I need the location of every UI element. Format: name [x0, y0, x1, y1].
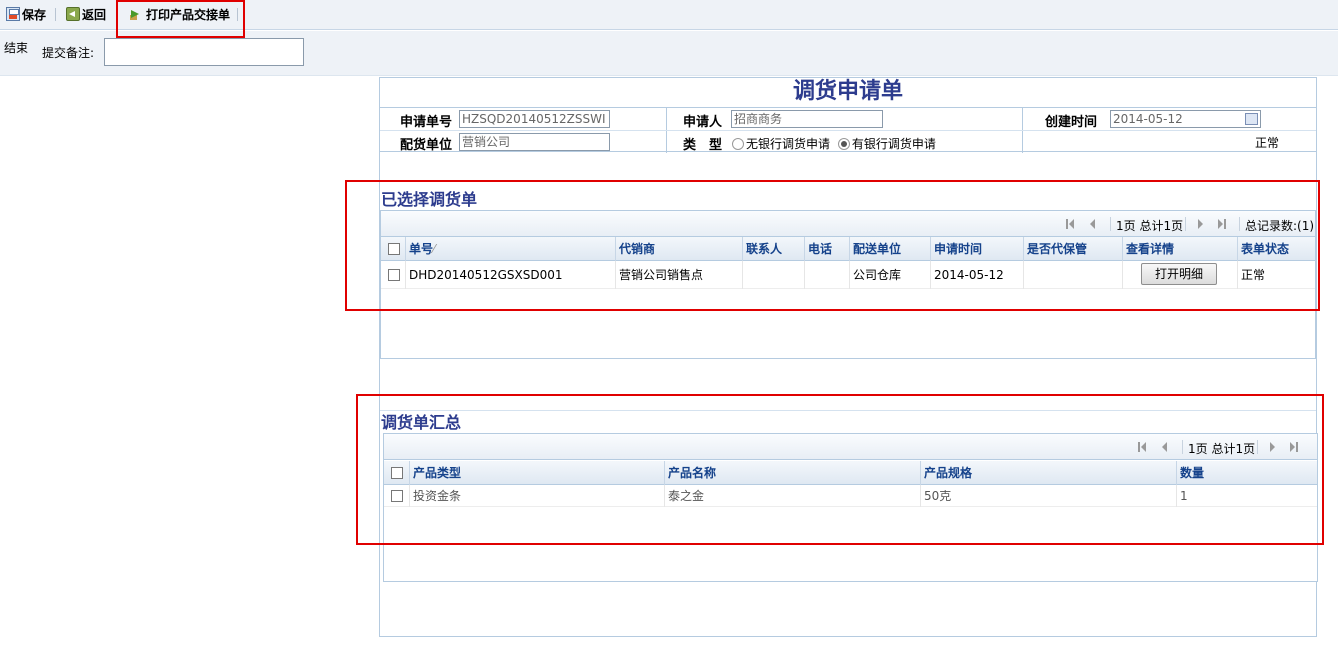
remark-input[interactable] [104, 38, 304, 66]
cell-custody [1024, 261, 1123, 289]
row-select-cell [381, 261, 406, 289]
selected-orders-header: 单号⁄ 代销商 联系人 电话 配送单位 申请时间 是否代保管 查看详情 表单状态 [381, 237, 1315, 261]
pager-divider [1257, 440, 1258, 454]
col-view-detail[interactable]: 查看详情 [1123, 237, 1238, 261]
summary-grid: 1页 总计1页 产品类型 产品名称 产品规格 数量 投资金条 泰之金 50克 1 [383, 433, 1318, 582]
col-custody[interactable]: 是否代保管 [1024, 237, 1123, 261]
col-agent[interactable]: 代销商 [616, 237, 743, 261]
col-product-name[interactable]: 产品名称 [665, 461, 921, 485]
created-time-field[interactable]: 2014-05-12 [1110, 110, 1261, 128]
selected-orders-title: 已选择调货单 [381, 190, 478, 209]
last-page-icon[interactable] [1218, 219, 1226, 229]
row-checkbox[interactable] [391, 490, 403, 502]
first-page-icon[interactable] [1138, 442, 1146, 452]
select-all-checkbox[interactable] [388, 243, 400, 255]
open-detail-button[interactable]: 打开明细 [1141, 263, 1217, 285]
dist-unit-field[interactable]: 营销公司 [459, 133, 610, 151]
pager-divider [1182, 440, 1183, 454]
col-quantity[interactable]: 数量 [1177, 461, 1317, 485]
col-contact[interactable]: 联系人 [743, 237, 805, 261]
save-button[interactable]: 保存 [6, 5, 46, 23]
col-delivery-unit[interactable]: 配送单位 [850, 237, 931, 261]
col-phone[interactable]: 电话 [805, 237, 850, 261]
dist-unit-label: 配货单位 [400, 138, 453, 153]
cell-delivery-unit: 公司仓库 [850, 261, 931, 289]
cell-product-name: 泰之金 [665, 485, 921, 507]
prev-page-icon[interactable] [1088, 219, 1096, 229]
transfer-request-form: 调货申请单 申请单号 HZSQD20140512ZSSWI 申请人 招商商务 创… [379, 77, 1318, 637]
select-all-cell [384, 461, 410, 485]
back-label: 返回 [82, 7, 107, 22]
selected-orders-grid: 1页 总计1页 总记录数:(1) 单号⁄ 代销商 联系人 电话 配送单位 申请时… [380, 210, 1316, 359]
toolbar-divider [237, 8, 238, 21]
cell-product-spec: 50克 [921, 485, 1177, 507]
cell-product-type: 投资金条 [410, 485, 665, 507]
toolbar-divider [55, 8, 56, 21]
table-row[interactable]: DHD20140512GSXSD001 营销公司销售点 公司仓库 2014-05… [381, 261, 1315, 289]
col-form-status[interactable]: 表单状态 [1238, 237, 1315, 261]
end-label: 结束 [4, 41, 29, 55]
last-page-icon[interactable] [1290, 442, 1298, 452]
row-select-cell [384, 485, 410, 507]
save-icon [6, 7, 20, 21]
print-handover-button[interactable]: 打印产品交接单 [130, 5, 230, 23]
type-radio-group: 无银行调货申请 有银行调货申请 [732, 135, 936, 152]
cell-order-no: DHD20140512GSXSD001 [406, 261, 616, 289]
applicant-label: 申请人 [683, 115, 723, 130]
row-checkbox[interactable] [388, 269, 400, 281]
print-arrow-icon [130, 7, 144, 21]
calendar-icon[interactable] [1245, 113, 1258, 125]
type-radio-with-bank[interactable] [837, 138, 850, 150]
summary-title: 调货单汇总 [381, 413, 462, 432]
cell-form-status: 正常 [1241, 268, 1266, 282]
form-status: 正常 [1255, 136, 1280, 150]
page-info: 1页 总计1页 [1116, 219, 1184, 233]
col-apply-time[interactable]: 申请时间 [931, 237, 1024, 261]
type-option-with-bank-label: 有银行调货申请 [851, 137, 936, 151]
submit-bar: 结束 提交备注: [0, 31, 1338, 76]
col-product-spec[interactable]: 产品规格 [921, 461, 1177, 485]
back-button[interactable]: 返回 [66, 5, 106, 23]
cell-phone [805, 261, 850, 289]
apply-no-label: 申请单号 [400, 115, 453, 130]
first-page-icon[interactable] [1066, 219, 1074, 229]
pager-divider [1239, 217, 1240, 231]
select-all-cell [381, 237, 406, 261]
cell-contact [743, 261, 805, 289]
cell-quantity: 1 [1180, 489, 1188, 503]
page-info: 1页 总计1页 [1188, 442, 1256, 456]
select-all-checkbox[interactable] [391, 467, 403, 479]
created-time-value: 2014-05-12 [1113, 112, 1183, 126]
type-option-no-bank-label: 无银行调货申请 [746, 137, 831, 151]
pager-divider [1185, 217, 1186, 231]
apply-no-field[interactable]: HZSQD20140512ZSSWI [459, 110, 610, 128]
table-row[interactable]: 投资金条 泰之金 50克 1 [384, 485, 1317, 507]
toolbar-divider [117, 8, 118, 21]
summary-pager: 1页 总计1页 [384, 434, 1317, 460]
total-records: 总记录数:(1) [1245, 219, 1315, 233]
cell-apply-time: 2014-05-12 [931, 261, 1024, 289]
form-header-table: 申请单号 HZSQD20140512ZSSWI 申请人 招商商务 创建时间 20… [380, 107, 1316, 153]
selected-orders-pager: 1页 总计1页 总记录数:(1) [381, 211, 1315, 237]
back-icon [66, 7, 80, 21]
save-label: 保存 [22, 7, 47, 22]
remark-label: 提交备注: [42, 46, 95, 60]
summary-title-rule [380, 410, 1316, 411]
type-radio-no-bank[interactable] [732, 138, 744, 150]
summary-header: 产品类型 产品名称 产品规格 数量 [384, 461, 1317, 485]
applicant-field[interactable]: 招商商务 [731, 110, 883, 128]
created-time-label: 创建时间 [1045, 115, 1098, 130]
col-product-type[interactable]: 产品类型 [410, 461, 665, 485]
next-page-icon[interactable] [1197, 219, 1205, 229]
form-title: 调货申请单 [792, 78, 903, 104]
next-page-icon[interactable] [1269, 442, 1277, 452]
pager-divider [1110, 217, 1111, 231]
col-order-no[interactable]: 单号⁄ [406, 237, 616, 261]
cell-view-detail: 打开明细 [1123, 261, 1238, 289]
cell-agent: 营销公司销售点 [616, 261, 743, 289]
type-label: 类 型 [683, 138, 723, 153]
toolbar: 保存 返回 打印产品交接单 [0, 0, 1338, 30]
print-label: 打印产品交接单 [146, 7, 231, 22]
prev-page-icon[interactable] [1160, 442, 1168, 452]
